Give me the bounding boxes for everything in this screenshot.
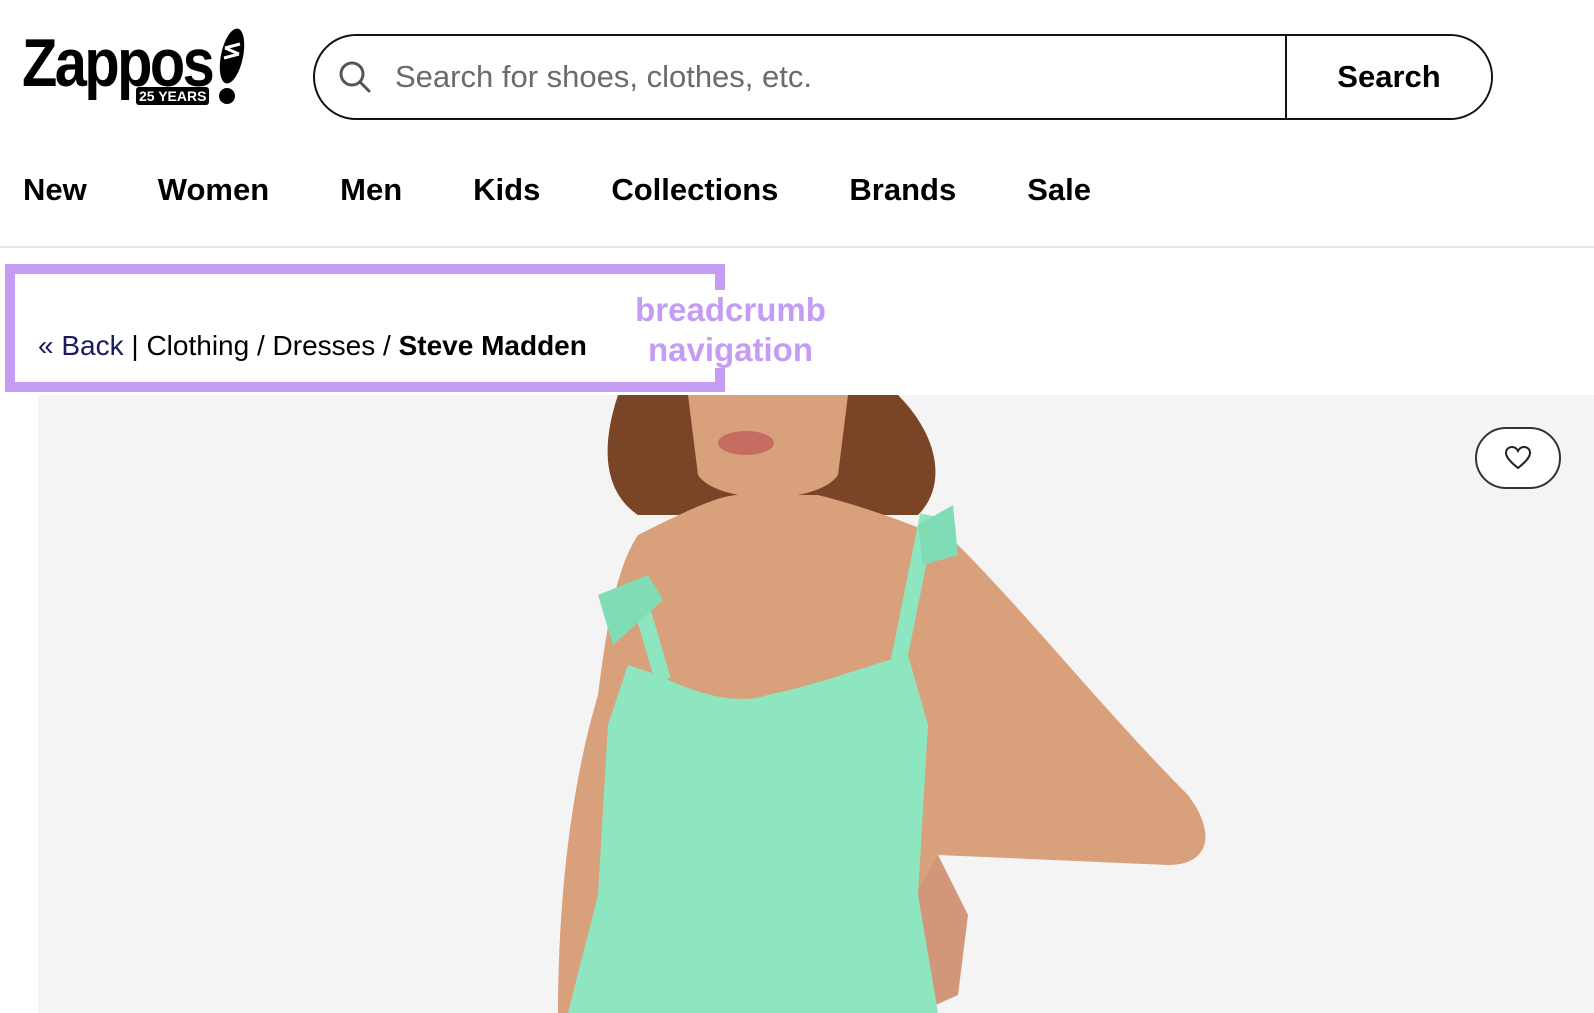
breadcrumb-current: Steve Madden <box>398 330 587 361</box>
nav-collections[interactable]: Collections <box>611 172 778 208</box>
breadcrumb: « Back | Clothing / Dresses / Steve Madd… <box>38 330 587 362</box>
nav-kids[interactable]: Kids <box>473 172 540 208</box>
logo-badge: 25 YEARS <box>136 87 210 105</box>
main-nav: New Women Men Kids Collections Brands Sa… <box>23 172 1162 208</box>
annotation-label: breadcrumb navigation <box>628 290 833 370</box>
annotation-box <box>5 264 725 392</box>
nav-sale[interactable]: Sale <box>1027 172 1091 208</box>
product-image[interactable] <box>38 395 1594 1013</box>
annotation-box-edge <box>715 368 725 392</box>
breadcrumb-clothing[interactable]: Clothing <box>146 330 249 361</box>
nav-women[interactable]: Women <box>158 172 269 208</box>
nav-men[interactable]: Men <box>340 172 402 208</box>
breadcrumb-separator: | <box>131 330 139 361</box>
zappos-logo[interactable]: Zappos 25 YEARS <box>20 24 250 110</box>
heart-icon <box>1504 445 1532 470</box>
breadcrumb-slash: / <box>383 330 391 361</box>
search-icon <box>315 36 395 118</box>
back-link[interactable]: « Back <box>38 330 124 361</box>
header-divider <box>0 246 1594 248</box>
search-button[interactable]: Search <box>1285 36 1491 118</box>
favorite-button[interactable] <box>1475 427 1561 489</box>
nav-brands[interactable]: Brands <box>849 172 956 208</box>
breadcrumb-slash: / <box>256 330 265 361</box>
annotation-line2: navigation <box>647 331 814 368</box>
logo-shoe-icon <box>219 28 245 104</box>
search-input[interactable] <box>395 36 1285 118</box>
annotation-line1: breadcrumb <box>635 291 826 328</box>
annotation-box-edge <box>715 264 725 290</box>
search-bar: Search <box>313 34 1493 120</box>
nav-new[interactable]: New <box>23 172 87 208</box>
breadcrumb-dresses[interactable]: Dresses <box>273 330 376 361</box>
